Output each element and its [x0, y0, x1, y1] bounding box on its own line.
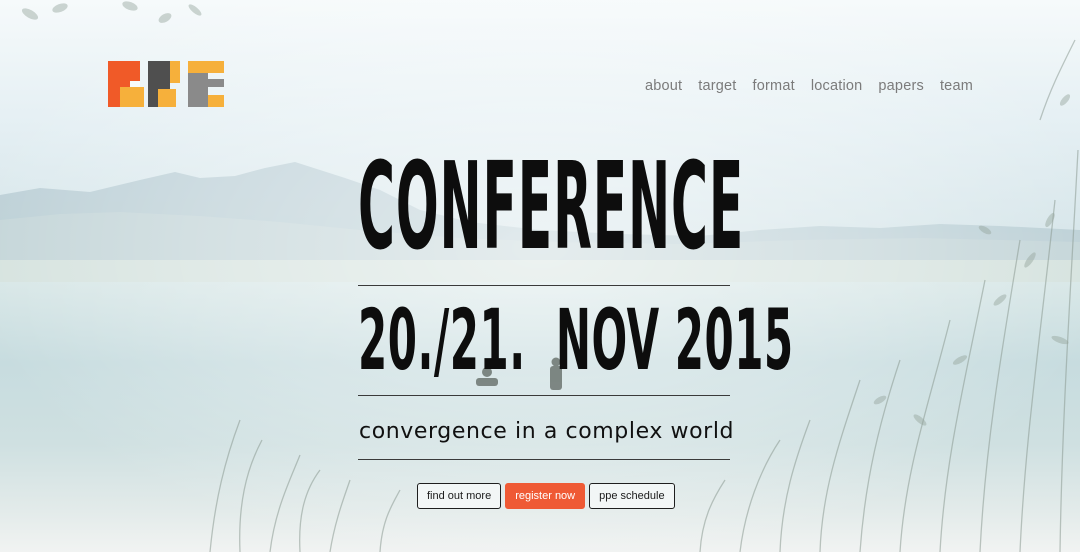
cta-buttons: find out more register now ppe schedule [417, 483, 675, 509]
ppe-logo[interactable] [108, 61, 224, 107]
register-now-button[interactable]: register now [505, 483, 586, 509]
hero-subtitle: convergence in a complex world [359, 419, 735, 444]
hero-title: CONFERENCE [358, 142, 743, 274]
nav-item-format[interactable]: format [753, 78, 795, 94]
nav-item-location[interactable]: location [811, 78, 863, 94]
nav-item-about[interactable]: about [645, 78, 682, 94]
ppe-schedule-button[interactable]: ppe schedule [589, 483, 675, 509]
nav-item-target[interactable]: target [698, 78, 736, 94]
hero-date: 20./21. NOV 2015 [358, 294, 793, 386]
find-out-more-button[interactable]: find out more [417, 483, 502, 509]
divider-middle [358, 395, 730, 396]
divider-top [358, 285, 730, 286]
nav-item-team[interactable]: team [940, 78, 973, 94]
nav-item-papers[interactable]: papers [878, 78, 924, 94]
divider-bottom [358, 459, 730, 460]
main-nav: about target format location papers team [645, 78, 973, 94]
